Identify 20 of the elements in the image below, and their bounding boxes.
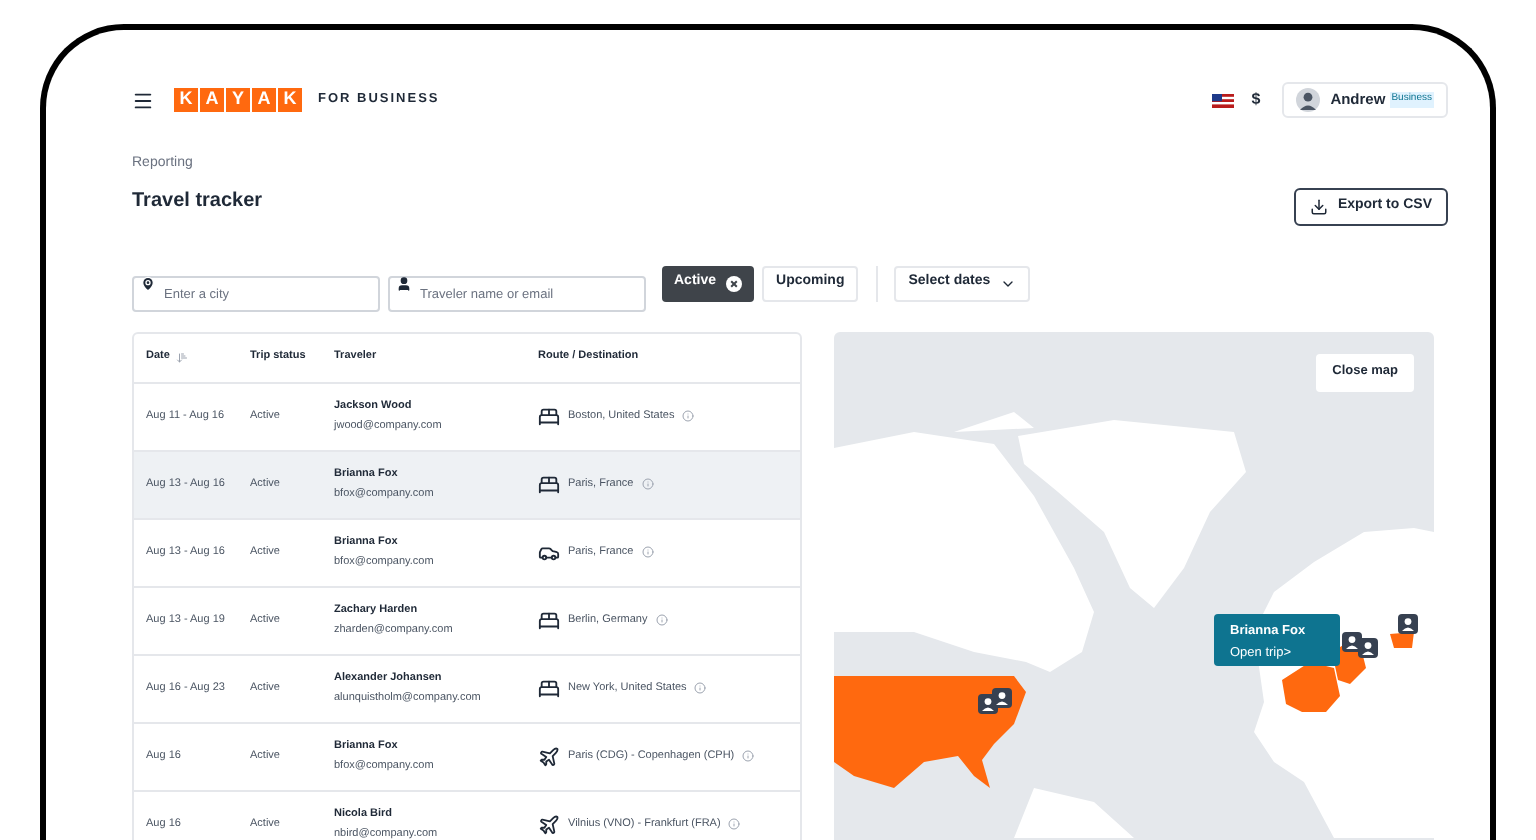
menu-icon[interactable] — [132, 89, 154, 111]
location-pin-icon — [140, 275, 156, 291]
clear-icon[interactable] — [726, 275, 743, 291]
person-icon — [396, 275, 412, 291]
download-icon — [1309, 197, 1328, 215]
avatar-icon — [1296, 88, 1321, 112]
logo-letter: Y — [226, 88, 250, 112]
logo-letter: K — [278, 88, 302, 112]
plane-icon — [538, 813, 560, 835]
currency-label[interactable]: $ — [1251, 88, 1261, 112]
flag-icon[interactable] — [1211, 93, 1234, 107]
page-title: Travel tracker — [132, 187, 263, 215]
bed-icon — [538, 473, 560, 495]
logo-letter: A — [200, 88, 224, 112]
plane-icon — [538, 745, 560, 767]
logo-letter: A — [252, 88, 276, 112]
logo-letter: K — [174, 88, 198, 112]
bed-icon — [538, 405, 560, 427]
bed-icon — [538, 609, 560, 631]
bed-icon — [538, 677, 560, 699]
